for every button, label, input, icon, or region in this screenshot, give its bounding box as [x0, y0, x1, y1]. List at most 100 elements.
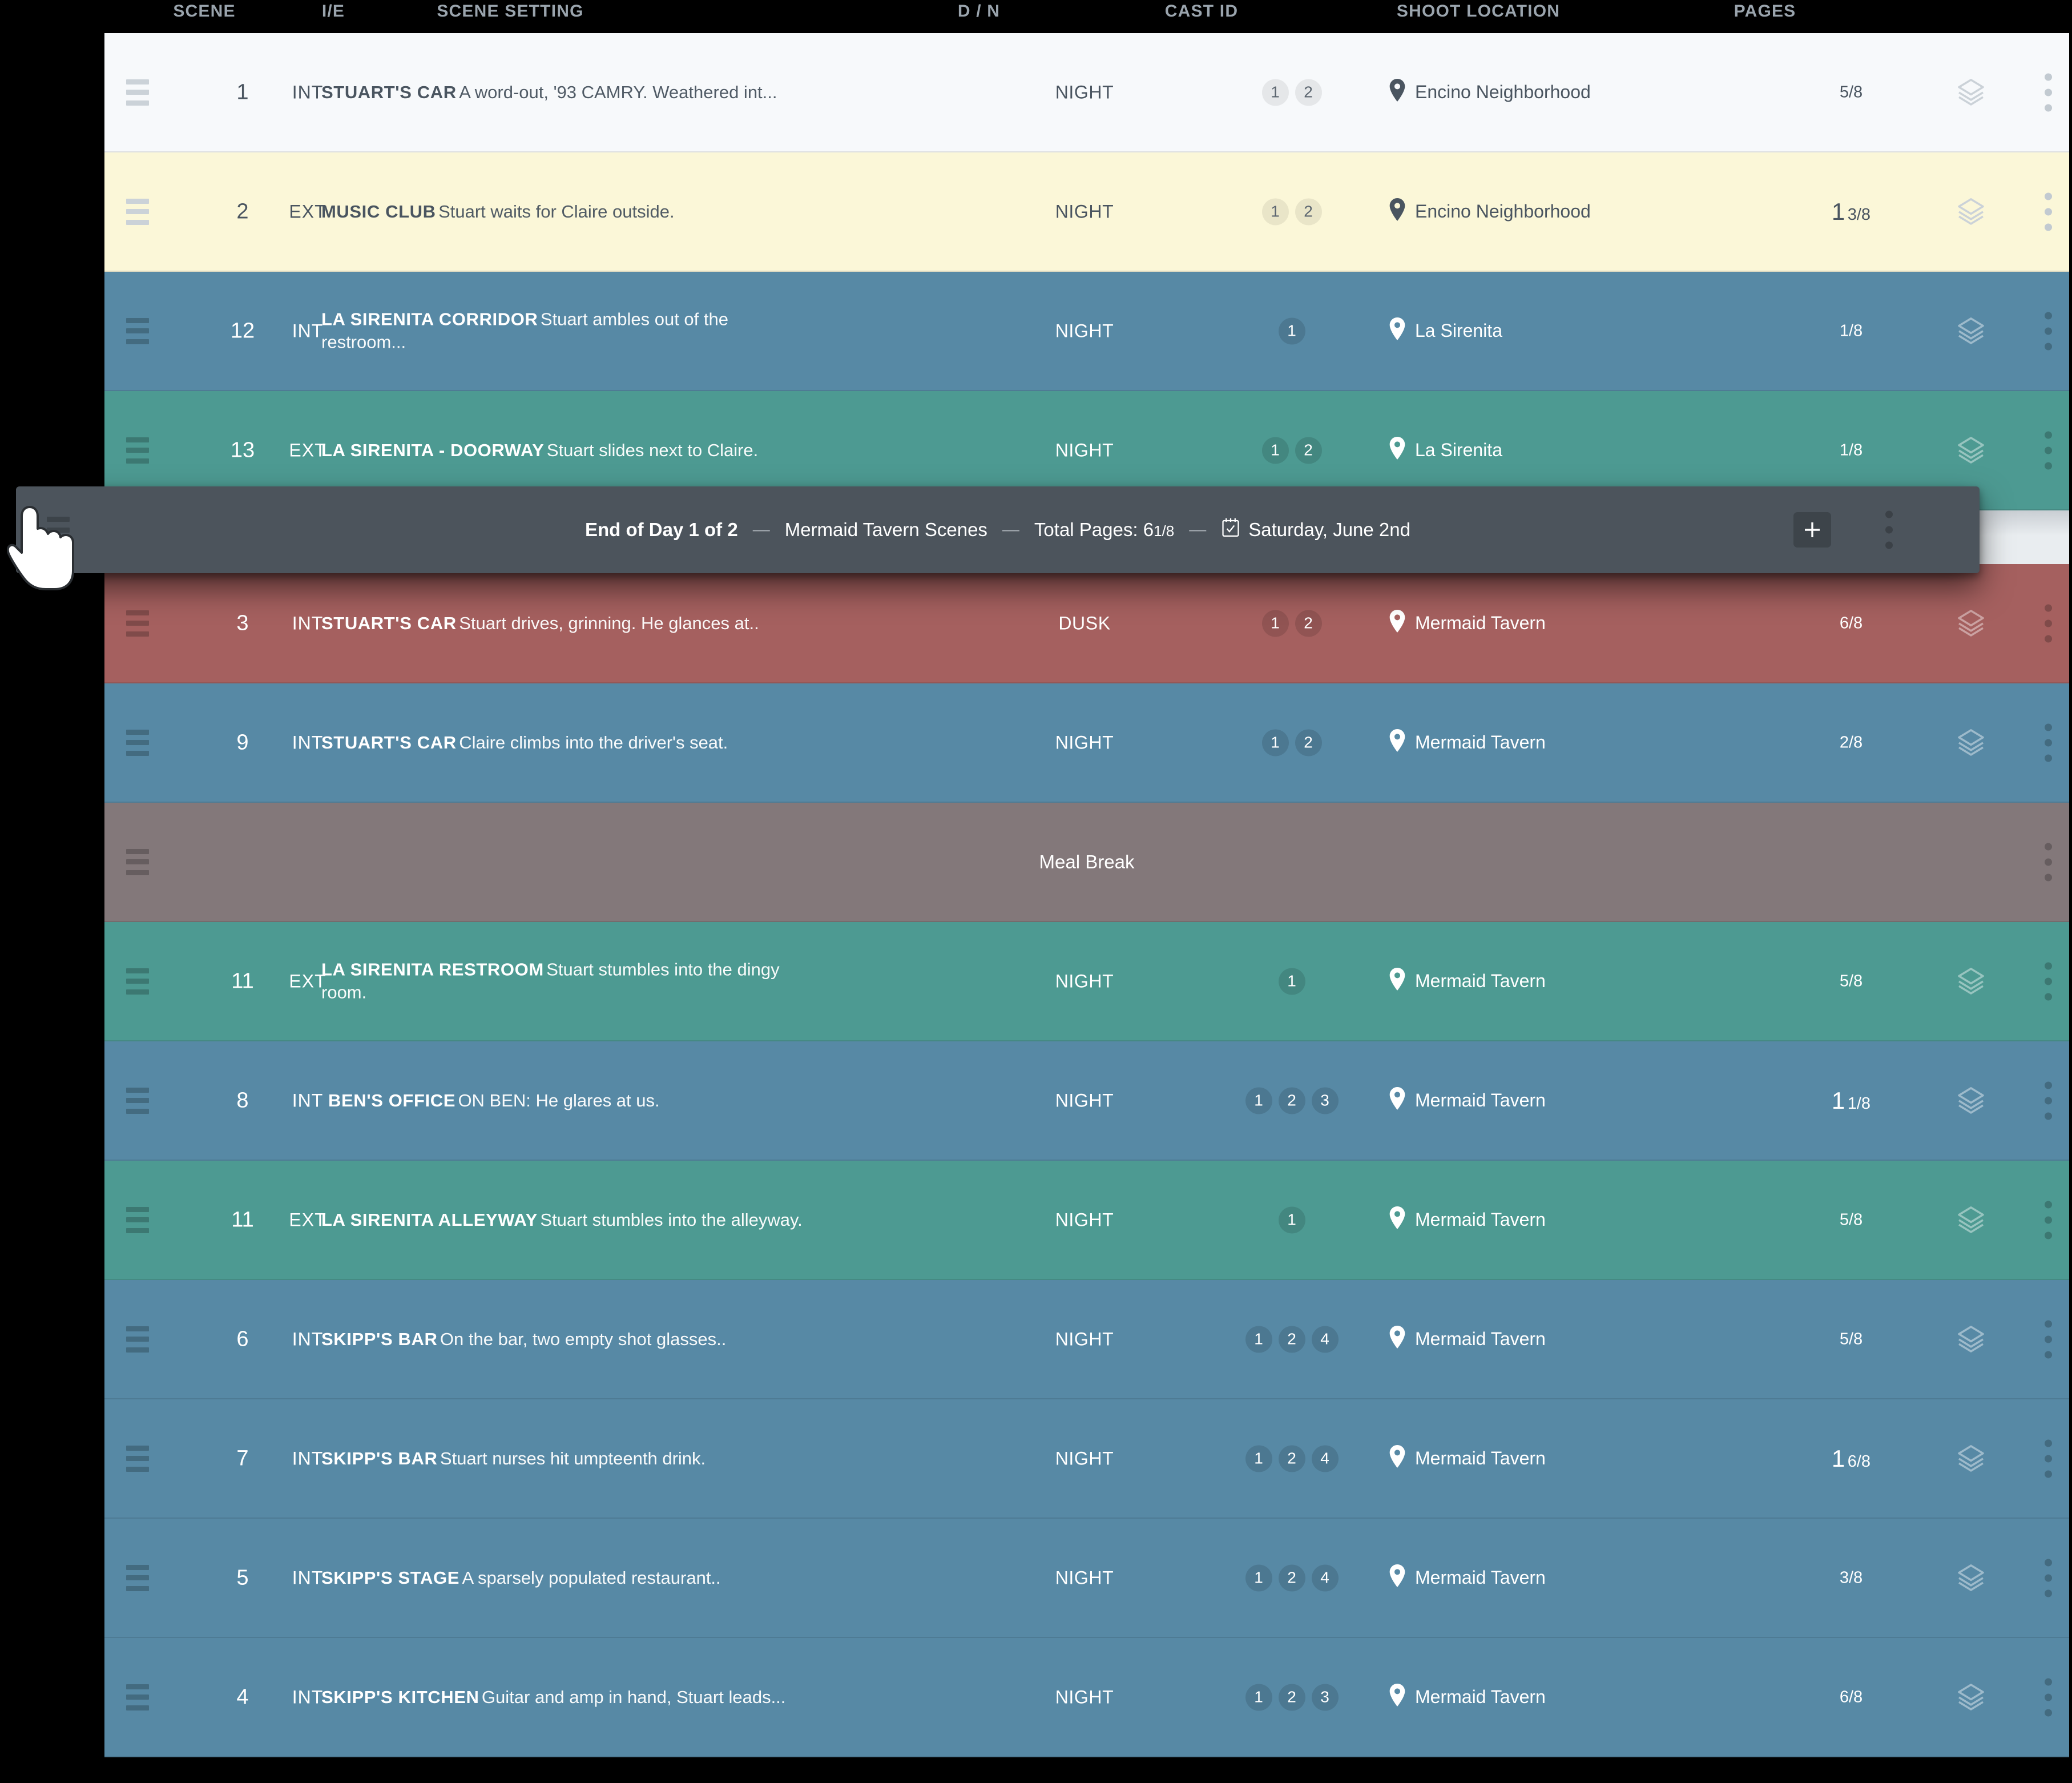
strip-drag-handle-icon[interactable]: [126, 968, 149, 995]
cast-id-badge: 1: [1278, 968, 1305, 995]
scene-setting-title: STUART'S CAR: [321, 732, 457, 752]
scene-strip[interactable]: 11 EXT LA SIRENITA ALLEYWAY Stuart stumbl…: [104, 1161, 2069, 1280]
cast-id-list: 12: [1206, 437, 1377, 464]
page-count: 2/8: [1783, 733, 1920, 752]
strip-more-options-icon[interactable]: [2028, 431, 2068, 469]
column-header-i-e: I/E: [321, 2, 345, 21]
scene-strip[interactable]: 3 INT STUART'S CAR Stuart drives, grinnin…: [104, 564, 2069, 683]
strip-more-options-icon[interactable]: [2028, 723, 2068, 762]
banner-more-options-icon[interactable]: [1885, 510, 1893, 549]
layers-icon[interactable]: [1925, 965, 2017, 997]
strip-drag-handle-icon[interactable]: [126, 1445, 149, 1472]
strip-drag-handle-icon[interactable]: [126, 1206, 149, 1233]
column-header-row: SCENE I/E SCENE SETTING D / N CAST ID SHOOT L…: [0, 0, 2072, 33]
scene-strip[interactable]: 4 INT SKIPP'S KITCHEN Guitar and amp in h…: [104, 1638, 2069, 1757]
scene-strip[interactable]: 5 INT SKIPP'S STAGE A sparsely populated …: [104, 1519, 2069, 1638]
scene-setting: LA SIRENITA - DOORWAY Stuart slides next…: [321, 438, 812, 461]
strip-more-options-icon[interactable]: [2028, 962, 2068, 1000]
layers-icon[interactable]: [1925, 1562, 2017, 1594]
strip-drag-handle-icon[interactable]: [126, 1087, 149, 1114]
add-strip-button[interactable]: [1793, 512, 1831, 548]
strip-more-options-icon[interactable]: [2028, 73, 2068, 111]
day-night: NIGHT: [1055, 320, 1114, 341]
layers-icon[interactable]: [1925, 315, 2017, 347]
scene-setting: STUART'S CAR A word-out, '93 CAMRY. Weat…: [321, 81, 812, 103]
cast-id-badge: 2: [1295, 437, 1322, 464]
strip-more-options-icon[interactable]: [2028, 1320, 2068, 1358]
strip-drag-handle-icon[interactable]: [126, 198, 149, 225]
cast-id-badge: 2: [1295, 610, 1322, 637]
strip-more-options-icon[interactable]: [2028, 1081, 2068, 1120]
page-count: 1 3/8: [1783, 198, 1920, 226]
shoot-location: Encino Neighborhood: [1389, 78, 1788, 106]
scene-number: 2: [236, 199, 249, 223]
scene-setting: SKIPP'S STAGE A sparsely populated resta…: [321, 1566, 812, 1589]
scene-strip[interactable]: 2 EXT MUSIC CLUB Stuart waits for Claire …: [104, 152, 2069, 272]
cast-id-badge: 2: [1278, 1087, 1305, 1114]
layers-icon[interactable]: [1925, 196, 2017, 228]
cast-id-badge: 1: [1278, 1206, 1305, 1233]
scene-number: 9: [236, 730, 249, 754]
layers-icon[interactable]: [1925, 607, 2017, 639]
scene-strip[interactable]: 12 INT LA SIRENITA CORRIDOR Stuart ambles…: [104, 272, 2069, 391]
scene-strip[interactable]: 1 INT STUART'S CAR A word-out, '93 CAMRY.…: [104, 33, 2069, 152]
stripboard-screen: SCENE I/E SCENE SETTING D / N CAST ID SHOOT L…: [0, 0, 2072, 1783]
shoot-location: Mermaid Tavern: [1389, 1683, 1788, 1711]
cast-id-badge: 2: [1295, 79, 1322, 106]
shoot-date-group[interactable]: Saturday, June 2nd: [1221, 517, 1410, 543]
layers-icon[interactable]: [1925, 1323, 2017, 1355]
day-night: NIGHT: [1055, 971, 1114, 991]
total-pages-fraction: 1/8: [1154, 522, 1175, 540]
strip-drag-handle-icon[interactable]: [126, 79, 149, 106]
scene-strip[interactable]: 11 EXT LA SIRENITA RESTROOM Stuart stumbl…: [104, 922, 2069, 1041]
scene-setting: BEN'S OFFICE ON BEN: He glares at us.: [328, 1089, 819, 1112]
stripboard-list[interactable]: 1 INT STUART'S CAR A word-out, '93 CAMRY.…: [104, 33, 2069, 1757]
strip-drag-handle-icon[interactable]: [126, 317, 149, 344]
page-count: 1 1/8: [1783, 1087, 1920, 1114]
page-count-fraction: 5/8: [1839, 83, 1863, 101]
layers-icon[interactable]: [1925, 1681, 2017, 1713]
scene-strip[interactable]: 6 INT SKIPP'S BAR On the bar, two empty s…: [104, 1280, 2069, 1399]
strip-more-options-icon[interactable]: [2028, 604, 2068, 642]
layers-icon[interactable]: [1925, 434, 2017, 466]
strip-more-options-icon[interactable]: [2028, 1559, 2068, 1597]
layers-icon[interactable]: [1925, 1085, 2017, 1117]
strip-drag-handle-icon[interactable]: [126, 729, 149, 756]
strip-more-options-icon[interactable]: [2028, 1678, 2068, 1716]
strip-more-options-icon[interactable]: [2028, 1201, 2068, 1239]
strip-more-options-icon[interactable]: [2028, 1439, 2068, 1478]
cast-id-list: 123: [1206, 1087, 1377, 1114]
scene-setting: STUART'S CAR Stuart drives, grinning. He…: [321, 611, 812, 634]
strip-drag-handle-icon[interactable]: [126, 437, 149, 464]
scene-strip[interactable]: 7 INT SKIPP'S BAR Stuart nurses hit umpte…: [104, 1399, 2069, 1519]
layers-icon[interactable]: [1925, 77, 2017, 108]
strip-drag-handle-icon[interactable]: [126, 1684, 149, 1710]
strip-more-options-icon[interactable]: [2028, 843, 2068, 881]
page-count: 3/8: [1783, 1568, 1920, 1587]
cast-id-list: 124: [1206, 1326, 1377, 1353]
column-header-scene-setting: SCENE SETTING: [437, 2, 584, 21]
page-count-fraction: 6/8: [1847, 1452, 1871, 1471]
scene-setting: STUART'S CAR Claire climbs into the driv…: [321, 731, 812, 754]
cast-id-list: 123: [1206, 1684, 1377, 1710]
scene-strip[interactable]: 9 INT STUART'S CAR Claire climbs into the…: [104, 683, 2069, 803]
strip-drag-handle-icon[interactable]: [126, 1326, 149, 1353]
layers-icon[interactable]: [1925, 1443, 2017, 1475]
cast-id-badge: 1: [1261, 79, 1289, 106]
day-banner[interactable]: End of Day 1 of 2 — Mermaid Tavern Scene…: [16, 486, 1980, 573]
layers-icon[interactable]: [1925, 727, 2017, 759]
scene-setting: SKIPP'S KITCHEN Guitar and amp in hand, …: [321, 1685, 812, 1708]
scene-strip[interactable]: 8 INT BEN'S OFFICE ON BEN: He glares at u…: [104, 1041, 2069, 1161]
strip-more-options-icon[interactable]: [2028, 192, 2068, 231]
strip-drag-handle-icon[interactable]: [126, 610, 149, 637]
scene-setting: SKIPP'S BAR Stuart nurses hit umpteenth …: [321, 1447, 812, 1470]
strip-drag-handle-icon[interactable]: [126, 1564, 149, 1591]
break-strip[interactable]: Meal Break: [104, 803, 2069, 922]
layers-icon[interactable]: [1925, 1204, 2017, 1236]
scene-setting: LA SIRENITA CORRIDOR Stuart ambles out o…: [321, 308, 812, 354]
page-count-whole: 1: [1831, 198, 1845, 225]
shoot-location: Mermaid Tavern: [1389, 1564, 1788, 1592]
shoot-location-label: Mermaid Tavern: [1415, 613, 1546, 633]
strip-more-options-icon[interactable]: [2028, 312, 2068, 350]
shoot-location-label: Mermaid Tavern: [1415, 1329, 1546, 1349]
